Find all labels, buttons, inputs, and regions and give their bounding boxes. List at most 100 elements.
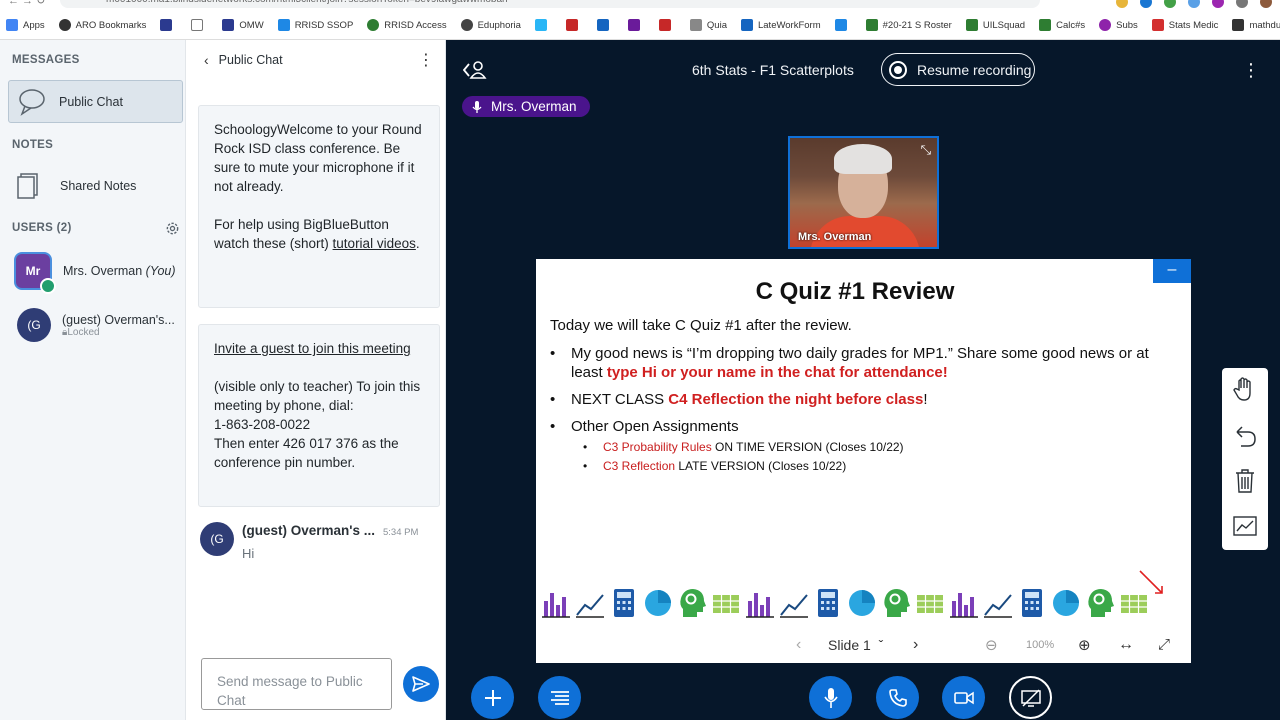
screen-share-button[interactable]: [1009, 676, 1052, 719]
line-chart-icon: [576, 594, 604, 618]
address-bar[interactable]: m001000.ma1.blindsidenetworks.com/html5c…: [60, 0, 1040, 8]
message-time: 5:34 PM: [383, 527, 419, 538]
mute-button[interactable]: [809, 676, 852, 719]
bookmark[interactable]: [534, 16, 552, 34]
slide-icon-strip: [541, 587, 1149, 619]
polling-button[interactable]: [538, 676, 581, 719]
bookmark[interactable]: Eduphoria: [460, 16, 521, 34]
chat-message: (G (guest) Overman's ... 5:34 PM Hi: [200, 522, 440, 561]
send-message-button[interactable]: [403, 666, 439, 702]
previous-slide-icon[interactable]: ‹: [796, 636, 801, 654]
webcam-video[interactable]: ⤡ Mrs. Overman: [788, 136, 939, 249]
head-gears-icon: [680, 589, 706, 617]
fit-width-icon[interactable]: ↔: [1118, 636, 1134, 654]
bar-chart-icon: [950, 593, 978, 618]
line-chart-icon: [984, 594, 1012, 618]
more-options-icon[interactable]: ⋮: [418, 50, 434, 70]
browser-nav[interactable]: ← → ↻: [8, 0, 45, 7]
user-list-toggle-icon[interactable]: [463, 60, 487, 80]
list-icon: [550, 690, 569, 705]
head-gears-icon: [1088, 589, 1114, 617]
slide-bullet: • NEXT CLASS C4 Reflection the night bef…: [550, 391, 928, 408]
chat-bubble-icon: [19, 88, 45, 116]
shared-notes-item[interactable]: Shared Notes: [16, 172, 136, 200]
user-name: (guest) Overman's...: [62, 312, 175, 327]
trash-icon[interactable]: [1233, 468, 1257, 494]
bookmark[interactable]: [160, 16, 177, 34]
leave-audio-button[interactable]: [876, 676, 919, 719]
bookmark[interactable]: #20-21 S Roster: [865, 16, 952, 34]
slide-selector[interactable]: Slide 1 ˇ: [828, 637, 883, 653]
sidebar: MESSAGES Public Chat NOTES Shared Notes …: [0, 40, 186, 720]
chat-message-input[interactable]: Send message to Public Chat: [201, 658, 392, 710]
undo-icon[interactable]: [1233, 423, 1257, 449]
bookmark[interactable]: LateWorkForm: [740, 16, 821, 34]
microphone-icon: [472, 100, 482, 113]
bookmark[interactable]: [565, 16, 583, 34]
message-author: (guest) Overman's ...: [242, 523, 375, 538]
avatar: Mr: [14, 252, 56, 294]
zoom-in-icon[interactable]: ⊕: [1078, 636, 1091, 654]
public-chat-item[interactable]: Public Chat: [8, 80, 183, 123]
pin-info: Then enter 426 017 376 as the conference…: [214, 436, 399, 470]
bookmark[interactable]: Apps: [6, 16, 45, 34]
notes-icon: [17, 173, 38, 199]
bookmark[interactable]: UILSquad: [965, 16, 1025, 34]
fullscreen-icon[interactable]: ⤢: [1158, 636, 1170, 653]
user-list-item[interactable]: Mr Mrs. Overman (You): [14, 252, 176, 294]
phone-icon: [888, 688, 907, 707]
chat-header: ‹ Public Chat ⋮: [204, 50, 434, 70]
multi-user-whiteboard-icon[interactable]: [1233, 514, 1257, 540]
avatar: (G: [200, 522, 234, 556]
bookmark[interactable]: [596, 16, 614, 34]
bookmark[interactable]: ARO Bookmarks: [58, 16, 146, 34]
bookmark[interactable]: Subs: [1099, 16, 1138, 34]
slide-title: C Quiz #1 Review: [755, 278, 955, 305]
fullscreen-icon[interactable]: ⤡: [921, 142, 931, 158]
user-status: 🔒︎Locked: [62, 326, 100, 338]
record-icon: [889, 60, 907, 79]
bookmark[interactable]: [191, 16, 208, 34]
bookmark[interactable]: [627, 16, 645, 34]
user-list-item[interactable]: (G (guest) Overman's... 🔒︎Locked: [17, 308, 175, 342]
bookmark[interactable]: OMW: [222, 16, 264, 34]
chat-panel: ‹ Public Chat ⋮ SchoologyWelcome to your…: [186, 40, 446, 720]
public-chat-label: Public Chat: [59, 94, 123, 109]
bookmark[interactable]: Calc#s: [1039, 16, 1085, 34]
bookmark[interactable]: [834, 16, 852, 34]
bookmark[interactable]: RRISD SSOP: [277, 16, 353, 34]
tutorial-link[interactable]: tutorial videos: [333, 236, 416, 251]
next-slide-icon[interactable]: ›: [913, 636, 918, 654]
slide-sub-bullet: • C3 Probability Rules ON TIME VERSION (…: [583, 440, 904, 454]
slide-intro: Today we will take C Quiz #1 after the r…: [550, 317, 852, 334]
chevron-left-icon[interactable]: ‹: [204, 52, 209, 68]
screen-share-off-icon: [1020, 688, 1041, 707]
bookmark[interactable]: [658, 16, 676, 34]
zoom-out-icon[interactable]: ⊖: [985, 636, 998, 654]
presentation-slide: – C Quiz #1 Review Today we will take C …: [536, 259, 1191, 663]
whiteboard-toolbar: [1222, 368, 1268, 550]
recording-button[interactable]: Resume recording: [881, 53, 1035, 86]
chat-title[interactable]: Public Chat: [219, 53, 283, 67]
actions-button[interactable]: [471, 676, 514, 719]
slide-controls: ‹ Slide 1 ˇ › ⊖ 100% ⊕ ↔ ⤢: [536, 626, 1191, 663]
message-text: Hi: [242, 546, 255, 561]
bookmark[interactable]: Stats Medic: [1151, 16, 1218, 34]
bookmark[interactable]: RRISD Access: [367, 16, 447, 34]
table-icon: [713, 595, 739, 613]
hand-tool-icon[interactable]: [1233, 376, 1257, 402]
meeting-title: 6th Stats - F1 Scatterplots: [692, 62, 854, 78]
bookmarks-bar: Apps ARO Bookmarks OMW RRISD SSOP RRISD …: [6, 16, 1280, 34]
more-options-icon[interactable]: ⋮: [1242, 60, 1260, 81]
slide-sub-bullet: • C3 Reflection LATE VERSION (Closes 10/…: [583, 459, 847, 473]
invite-guest-link[interactable]: Invite a guest to join this meeting: [214, 339, 424, 358]
camera-icon: [953, 691, 974, 704]
video-button[interactable]: [942, 676, 985, 719]
pie-chart-icon: [849, 590, 875, 616]
gear-icon[interactable]: [165, 221, 180, 236]
bookmark[interactable]: mathdude53: [1232, 16, 1280, 34]
user-name: Mrs. Overman (You): [63, 264, 176, 278]
talking-indicator[interactable]: Mrs. Overman: [462, 96, 590, 117]
bookmark[interactable]: Quia: [689, 16, 727, 34]
mic-status-icon: [40, 278, 56, 294]
